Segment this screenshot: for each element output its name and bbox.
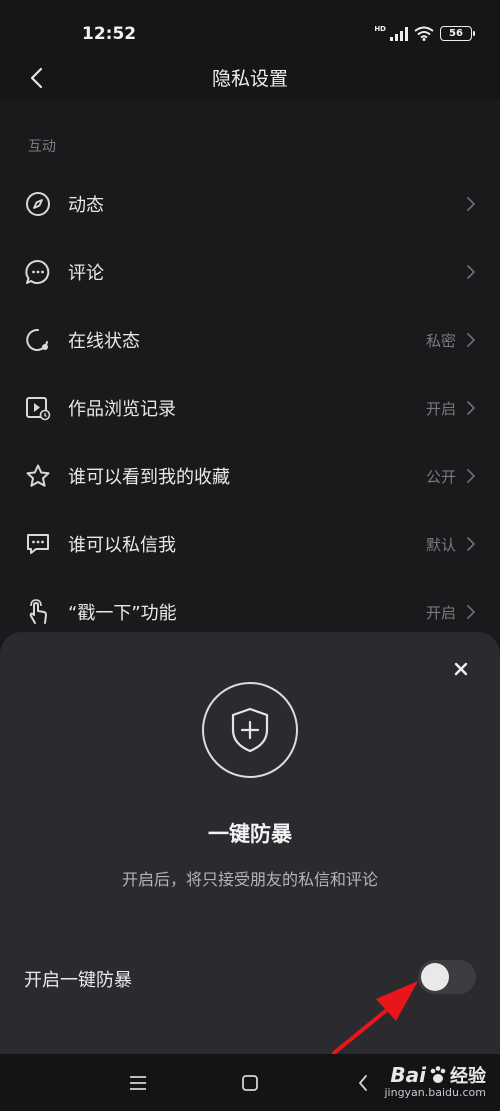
row-value: 私密 (425, 331, 456, 350)
row-online-status[interactable]: 在线状态 私密 (0, 306, 500, 374)
battery-icon: 56 (440, 26, 475, 41)
shield-badge (202, 682, 298, 778)
row-favorites-visibility[interactable]: 谁可以看到我的收藏 公开 (0, 442, 500, 510)
chevron-right-icon (464, 330, 478, 350)
row-value: 开启 (425, 603, 456, 622)
toggle-label: 开启一键防暴 (24, 970, 132, 991)
anti-harassment-toggle[interactable] (418, 960, 476, 994)
home-square-icon (242, 1075, 258, 1091)
row-dynamic[interactable]: 动态 (0, 170, 500, 238)
sheet-title: 一键防暴 (208, 822, 292, 846)
compass-icon (24, 190, 52, 218)
online-status-icon (24, 326, 52, 354)
wifi-icon (414, 26, 434, 41)
row-label: 评论 (68, 263, 104, 284)
nav-back-icon (358, 1075, 367, 1091)
watermark-logo: Bai 经验 (384, 1062, 486, 1088)
message-icon (24, 530, 52, 558)
row-value: 默认 (425, 535, 456, 554)
chevron-right-icon (464, 466, 478, 486)
row-label: 动态 (68, 195, 104, 216)
row-view-history[interactable]: 作品浏览记录 开启 (0, 374, 500, 442)
shield-plus-icon (231, 707, 269, 753)
nav-home-button[interactable] (237, 1070, 263, 1096)
row-label: 谁可以私信我 (68, 535, 176, 556)
chevron-right-icon (464, 534, 478, 554)
row-direct-message[interactable]: 谁可以私信我 默认 (0, 510, 500, 578)
watermark-url: jingyan.baidu.com (384, 1086, 486, 1099)
close-button[interactable] (450, 658, 472, 680)
comment-icon (24, 258, 52, 286)
status-icons: HD 56 (374, 25, 475, 41)
watermark-brand-2: 经验 (450, 1066, 486, 1087)
navigation-bar: Bai 经验 jingyan.baidu.com (0, 1054, 500, 1111)
status-time: 12:52 (82, 24, 137, 44)
row-value: 开启 (425, 399, 456, 418)
row-comment[interactable]: 评论 (0, 238, 500, 306)
nav-back-button[interactable] (350, 1070, 376, 1096)
play-history-icon (24, 394, 52, 422)
menu-icon (130, 1076, 146, 1090)
anti-harassment-sheet: 一键防暴 开启后，将只接受朋友的私信和评论 开启一键防暴 (0, 632, 500, 1054)
toggle-knob (421, 963, 449, 991)
paw-icon (430, 1066, 446, 1083)
row-value: 公开 (425, 467, 456, 486)
hd-indicator: HD (374, 25, 386, 33)
chevron-right-icon (464, 602, 478, 622)
header: 隐私设置 (0, 56, 500, 100)
status-bar: 12:52 HD 56 (0, 0, 500, 64)
row-label: 作品浏览记录 (68, 399, 176, 420)
star-icon (24, 462, 52, 490)
chevron-right-icon (464, 194, 478, 214)
page-title: 隐私设置 (211, 68, 288, 90)
chevron-right-icon (464, 262, 478, 282)
section-label: 互动 (28, 139, 56, 155)
settings-list: 互动 动态 评论 在线状态 私密 作品浏览记录 开启 谁可以看到我的收藏 公开 … (0, 100, 500, 640)
poke-hand-icon (24, 598, 52, 626)
row-label: 谁可以看到我的收藏 (68, 467, 230, 488)
battery-level: 56 (449, 28, 463, 39)
red-arrow-annotation (332, 981, 418, 1055)
chevron-right-icon (464, 398, 478, 418)
close-icon (454, 662, 468, 676)
watermark-brand: Bai (390, 1063, 426, 1087)
nav-menu-button[interactable] (125, 1070, 151, 1096)
sheet-description: 开启后，将只接受朋友的私信和评论 (121, 870, 378, 889)
row-label: 在线状态 (68, 331, 140, 352)
row-label: “戳一下”功能 (68, 603, 177, 624)
signal-icon (390, 26, 408, 41)
baidu-jingyan-watermark: Bai 经验 jingyan.baidu.com (384, 1062, 486, 1099)
